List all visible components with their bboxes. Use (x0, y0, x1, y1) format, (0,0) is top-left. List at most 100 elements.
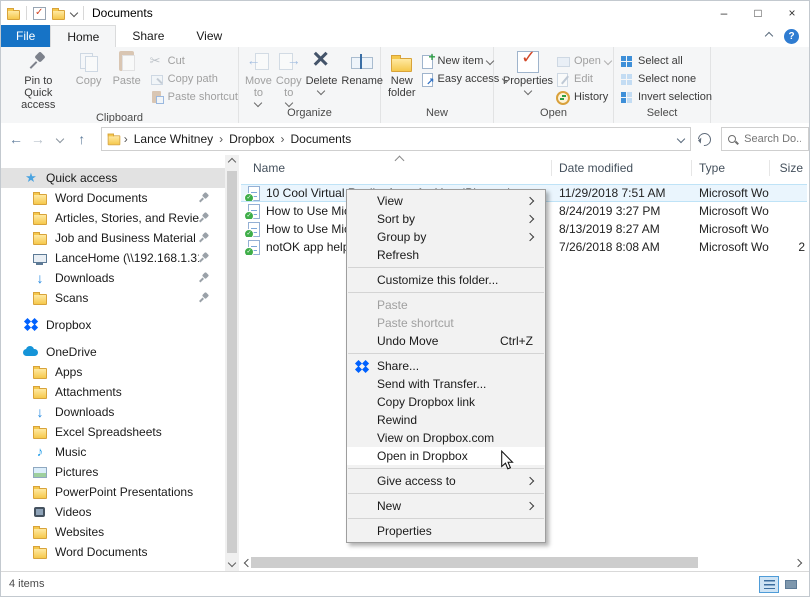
cut-button[interactable]: Cut (150, 52, 238, 69)
refresh-button[interactable] (693, 127, 715, 151)
breadcrumb-lance-whitney[interactable]: Lance Whitney (130, 132, 217, 146)
menu-item[interactable]: View (347, 192, 545, 210)
scrollbar-thumb[interactable] (251, 557, 698, 568)
minimize-button[interactable]: – (707, 1, 741, 25)
thumbnails-view-button[interactable] (781, 576, 801, 593)
properties-check-icon[interactable] (33, 7, 46, 20)
pin-icon[interactable] (199, 232, 211, 244)
maximize-button[interactable]: □ (741, 1, 775, 25)
sidebar-item[interactable]: Quick access (1, 168, 225, 188)
help-icon[interactable]: ? (784, 29, 799, 44)
address-box[interactable]: › Lance Whitney › Dropbox › Documents (101, 127, 691, 151)
close-button[interactable]: × (775, 1, 809, 25)
sidebar-item[interactable]: OneDrive (1, 342, 225, 362)
menu-item[interactable]: Give access to (347, 472, 545, 490)
breadcrumb-documents[interactable]: Documents (287, 132, 356, 146)
pin-icon[interactable] (199, 272, 211, 284)
sidebar-item[interactable]: PowerPoint Presentations (1, 482, 225, 502)
column-header-date-modified[interactable]: Date modified (551, 160, 691, 176)
pin-icon[interactable] (199, 212, 211, 224)
properties-button[interactable]: Properties (500, 50, 556, 95)
file-size: 2 (769, 240, 807, 254)
paste-button[interactable]: Paste (108, 50, 146, 88)
horizontal-scrollbar[interactable] (241, 556, 807, 570)
menu-item[interactable]: Sort by (347, 210, 545, 228)
sidebar-item[interactable]: Apps (1, 362, 225, 382)
sidebar-item[interactable]: Dropbox (1, 315, 225, 335)
menu-item[interactable]: Copy Dropbox link (347, 393, 545, 411)
menu-item[interactable]: Customize this folder... (347, 271, 545, 289)
menu-item[interactable]: Rewind (347, 411, 545, 429)
menu-item[interactable]: Paste shortcut (347, 314, 545, 332)
sidebar-scrollbar[interactable] (225, 155, 239, 572)
search-box[interactable] (721, 127, 809, 151)
copy-path-button[interactable]: Copy path (150, 70, 238, 87)
menu-item[interactable]: Open in Dropbox (347, 447, 545, 465)
invert-selection-button[interactable]: Invert selection (620, 88, 712, 105)
delete-button[interactable]: Delete (304, 50, 340, 95)
sidebar-item[interactable]: Excel Spreadsheets (1, 422, 225, 442)
sidebar-item[interactable]: Attachments (1, 382, 225, 402)
forward-arrow-icon[interactable]: → (27, 131, 49, 147)
tab-file[interactable]: File (1, 25, 50, 47)
scissors-icon (150, 54, 164, 68)
menu-item[interactable]: Refresh (347, 246, 545, 264)
pin-icon[interactable] (199, 252, 211, 264)
menu-item[interactable]: Paste (347, 296, 545, 314)
new-folder-button[interactable]: New folder (386, 50, 418, 100)
qat-customize-chevron-icon[interactable] (70, 9, 78, 17)
menu-item[interactable]: Send with Transfer... (347, 375, 545, 393)
tab-home[interactable]: Home (50, 25, 116, 48)
menu-item[interactable]: Properties (347, 522, 545, 540)
open-button[interactable]: Open (556, 52, 611, 69)
menu-item[interactable]: New (347, 497, 545, 515)
scroll-right-icon[interactable] (794, 559, 802, 567)
up-arrow-icon[interactable]: ↑ (71, 131, 93, 147)
sidebar-item[interactable]: Downloads (1, 402, 225, 422)
scrollbar-thumb[interactable] (227, 171, 237, 553)
edit-button[interactable]: Edit (556, 70, 611, 87)
breadcrumb-dropbox[interactable]: Dropbox (225, 132, 278, 146)
copy-to-button[interactable]: Copy to (274, 50, 304, 107)
sidebar-item[interactable]: Word Documents (1, 542, 225, 562)
paste-shortcut-button[interactable]: Paste shortcut (150, 88, 238, 105)
sidebar-item[interactable]: Job and Business Material (1, 228, 225, 248)
sidebar-item[interactable]: Pictures (1, 462, 225, 482)
sidebar-item[interactable]: Scans (1, 288, 225, 308)
select-none-button[interactable]: Select none (620, 70, 712, 87)
back-arrow-icon[interactable]: ← (5, 131, 27, 147)
details-view-button[interactable] (759, 576, 779, 593)
history-button[interactable]: History (556, 88, 611, 105)
sidebar-item[interactable]: Word Documents (1, 188, 225, 208)
menu-item[interactable]: View on Dropbox.com (347, 429, 545, 447)
rename-button[interactable]: Rename (339, 50, 385, 88)
select-all-button[interactable]: Select all (620, 52, 712, 69)
pin-icon[interactable] (199, 292, 211, 304)
scroll-down-icon[interactable] (228, 559, 236, 567)
pin-icon[interactable] (199, 192, 211, 204)
select-group: Select all Select none Invert selection … (614, 47, 711, 123)
sidebar-item[interactable]: Videos (1, 502, 225, 522)
menu-item[interactable]: Group by (347, 228, 545, 246)
address-dropdown-chevron-icon[interactable] (677, 135, 685, 143)
sidebar-item[interactable]: LanceHome (\\192.168.1.31) (L:) (1, 248, 225, 268)
search-input[interactable] (742, 132, 803, 146)
sidebar-item[interactable]: Downloads (1, 268, 225, 288)
menu-item[interactable]: Share... (347, 357, 545, 375)
menu-item[interactable]: Undo Move Ctrl+Z (347, 332, 545, 350)
recent-locations-chevron-icon[interactable] (49, 136, 71, 142)
tab-view[interactable]: View (180, 25, 238, 47)
sidebar-item[interactable]: Music (1, 442, 225, 462)
move-to-button[interactable]: Move to (243, 50, 274, 107)
folder-icon[interactable] (7, 7, 20, 19)
sidebar-item[interactable]: Websites (1, 522, 225, 542)
scroll-up-icon[interactable] (228, 158, 236, 166)
pin-to-quick-access-button[interactable]: Pin to Quick access (7, 50, 70, 112)
folder-icon[interactable] (52, 7, 65, 19)
column-header-type[interactable]: Type (691, 160, 769, 176)
collapse-ribbon-icon[interactable] (765, 32, 773, 40)
column-header-size[interactable]: Size (769, 160, 807, 176)
tab-share[interactable]: Share (116, 25, 180, 47)
copy-button[interactable]: Copy (70, 50, 108, 88)
sidebar-item[interactable]: Articles, Stories, and Reviews (1, 208, 225, 228)
